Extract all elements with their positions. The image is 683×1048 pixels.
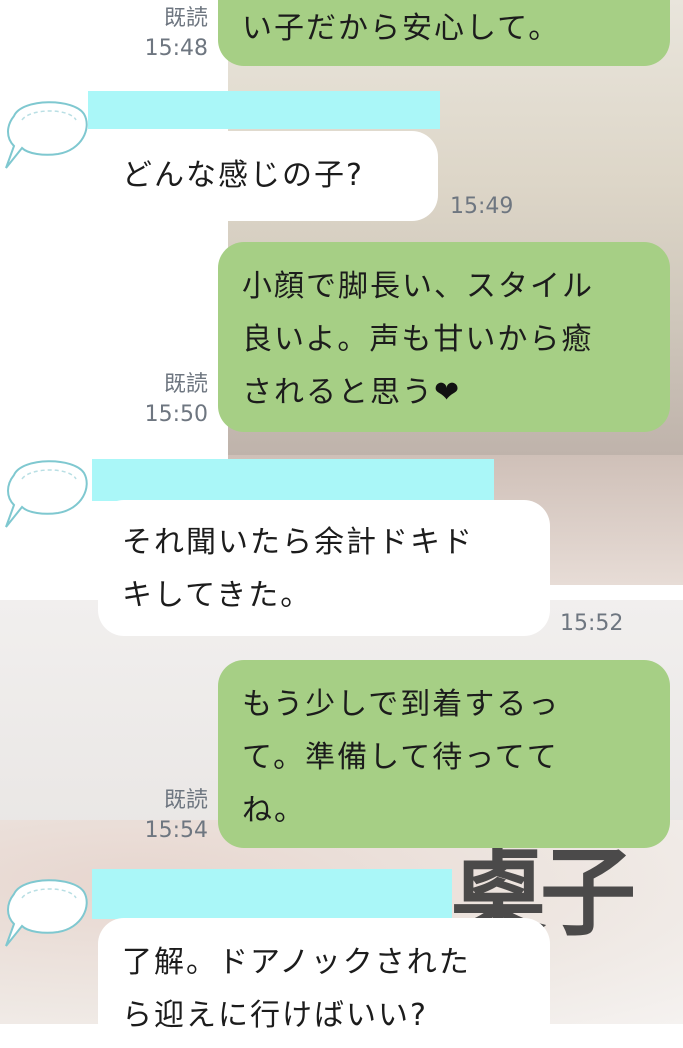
outgoing-message-bubble[interactable]: 小顔で脚長い、スタイル 良いよ。声も甘いから癒 されると思う❤ [218, 242, 670, 432]
outgoing-message-bubble[interactable]: もう少しで到着するっ て。準備して待ってて ね。 [218, 660, 670, 848]
redacted-sender-name [92, 869, 452, 919]
speech-bubble-outline-icon[interactable] [0, 88, 92, 180]
incoming-message-bubble[interactable]: どんな感じの子? [98, 131, 438, 221]
outgoing-message-bubble[interactable]: い子だから安心して。 [218, 0, 670, 66]
speech-bubble-outline-icon[interactable] [0, 866, 92, 958]
read-receipt: 既読 [163, 788, 208, 813]
message-time: 15:49 [450, 194, 514, 219]
redacted-sender-name [88, 91, 440, 129]
read-receipt: 既読 [163, 6, 208, 31]
speech-bubble-outline-icon[interactable] [0, 447, 92, 539]
message-meta: 既読 15:50 [120, 370, 208, 430]
redacted-sender-name [92, 459, 494, 501]
heart-emoji: ❤ [434, 375, 462, 410]
message-time: 15:54 [144, 818, 208, 843]
message-text: 小顔で脚長い、スタイル 良いよ。声も甘いから癒 されると思う [242, 269, 594, 410]
read-receipt: 既読 [163, 372, 208, 397]
message-meta: 既読 15:48 [120, 4, 208, 64]
message-time: 15:50 [144, 402, 208, 427]
incoming-message-bubble[interactable]: 了解。ドアノックされた ら迎えに行けばいい? [98, 918, 550, 1048]
message-time: 15:48 [144, 36, 208, 61]
message-meta: 既読 15:54 [120, 786, 208, 846]
incoming-message-bubble[interactable]: それ聞いたら余計ドキド キしてきた。 [98, 500, 550, 636]
message-time: 15:52 [560, 611, 624, 636]
